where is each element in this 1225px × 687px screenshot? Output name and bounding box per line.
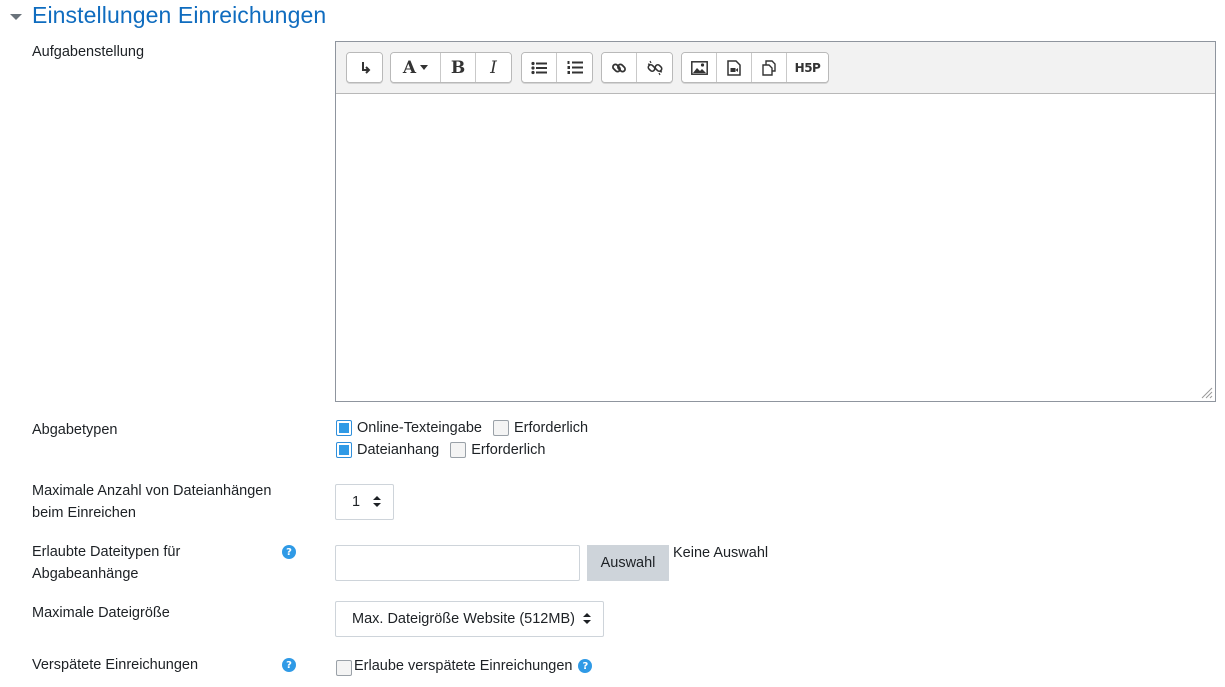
online-text-required-label: Erforderlich — [513, 420, 589, 436]
bold-button[interactable]: B — [441, 53, 476, 82]
label-file-types: Erlaubte Dateitypen für Abgabeanhänge — [32, 541, 180, 585]
bold-icon: B — [450, 57, 466, 78]
unordered-list-button[interactable] — [522, 53, 557, 82]
manage-files-button[interactable] — [752, 53, 787, 82]
max-files-select[interactable]: 1 — [335, 484, 394, 520]
file-required-checkbox[interactable] — [450, 442, 467, 458]
file-types-input[interactable] — [335, 545, 580, 581]
font-style-button[interactable]: A — [391, 53, 441, 82]
ordered-list-button[interactable] — [557, 53, 592, 82]
section-title: Einstellungen Einreichungen — [32, 2, 327, 28]
unordered-list-icon — [531, 61, 547, 74]
label-submission-types: Abgabetypen — [32, 422, 118, 438]
rich-text-editor: A B I H5P — [335, 41, 1216, 402]
h5p-button[interactable]: H5P — [787, 53, 828, 82]
toggle-toolbar-button[interactable] — [347, 53, 382, 82]
late-submissions-label: Erlaube verspätete Einreichungen — [354, 658, 573, 674]
max-files-value: 1 — [352, 494, 361, 510]
file-required-label: Erforderlich — [471, 442, 546, 458]
media-button[interactable] — [717, 53, 752, 82]
resize-handle-icon[interactable] — [1199, 385, 1213, 399]
image-icon — [690, 60, 708, 75]
editor-toolbar: A B I H5P — [336, 42, 1215, 94]
label-max-size: Maximale Dateigröße — [32, 605, 170, 621]
link-button[interactable] — [602, 53, 637, 82]
label-late-submissions: Verspätete Einreichungen — [32, 657, 199, 673]
help-late-icon[interactable]: ? — [282, 658, 296, 672]
help-file-types-icon[interactable]: ? — [282, 545, 296, 559]
toolbar-group-4 — [601, 52, 673, 83]
unlink-button[interactable] — [637, 53, 672, 82]
label-max-files: Maximale Anzahl von Dateianhängen beim E… — [32, 480, 271, 524]
italic-button[interactable]: I — [476, 53, 511, 82]
label-instructions: Aufgabenstellung — [32, 44, 145, 60]
file-types-status: Keine Auswahl — [673, 545, 769, 561]
file-types-choose-button[interactable]: Auswahl — [587, 545, 669, 581]
label-file-types-line1: Erlaubte Dateitypen für — [32, 544, 181, 560]
link-icon — [612, 63, 626, 72]
label-max-files-line2: beim Einreichen — [32, 505, 136, 521]
toggle-toolbar-icon — [361, 61, 370, 74]
help-late-checkbox-icon[interactable]: ? — [578, 659, 593, 673]
italic-icon: I — [490, 57, 497, 78]
editor-content-area[interactable] — [336, 94, 1215, 401]
label-file-types-line2: Abgabeanhänge — [32, 566, 139, 582]
online-text-checkbox[interactable] — [336, 420, 352, 436]
media-icon — [727, 59, 741, 76]
font-color-icon: A — [402, 57, 417, 78]
select-arrows-icon — [583, 613, 591, 625]
chevron-down-icon — [10, 13, 22, 20]
online-text-label: Online-Texteingabe — [357, 420, 482, 436]
toolbar-group-5: H5P — [681, 52, 829, 83]
file-submission-checkbox[interactable] — [336, 442, 352, 458]
caret-down-icon — [420, 65, 429, 70]
toolbar-group-1 — [346, 52, 383, 83]
file-submission-label: Dateianhang — [357, 442, 440, 458]
section-toggle[interactable]: Einstellungen Einreichungen — [10, 2, 326, 29]
label-max-files-line1: Maximale Anzahl von Dateianhängen — [32, 483, 272, 499]
h5p-icon: H5P — [794, 60, 821, 75]
late-submissions-row: Erlaube verspätete Einreichungen ? — [336, 656, 593, 676]
online-text-required-checkbox[interactable] — [492, 420, 509, 436]
max-size-select[interactable]: Max. Dateigröße Website (512MB) — [335, 601, 604, 637]
manage-files-icon — [762, 59, 776, 76]
toolbar-group-3 — [521, 52, 593, 83]
submission-type-online-text: Online-Texteingabe Erforderlich — [336, 420, 588, 436]
max-size-value: Max. Dateigröße Website (512MB) — [352, 611, 575, 627]
image-button[interactable] — [682, 53, 717, 82]
unlink-icon — [646, 60, 663, 75]
submission-type-file: Dateianhang Erforderlich — [336, 442, 545, 458]
late-submissions-checkbox[interactable] — [336, 660, 352, 676]
select-arrows-icon — [373, 496, 381, 508]
toolbar-group-2: A B I — [390, 52, 512, 83]
ordered-list-icon — [567, 61, 583, 74]
